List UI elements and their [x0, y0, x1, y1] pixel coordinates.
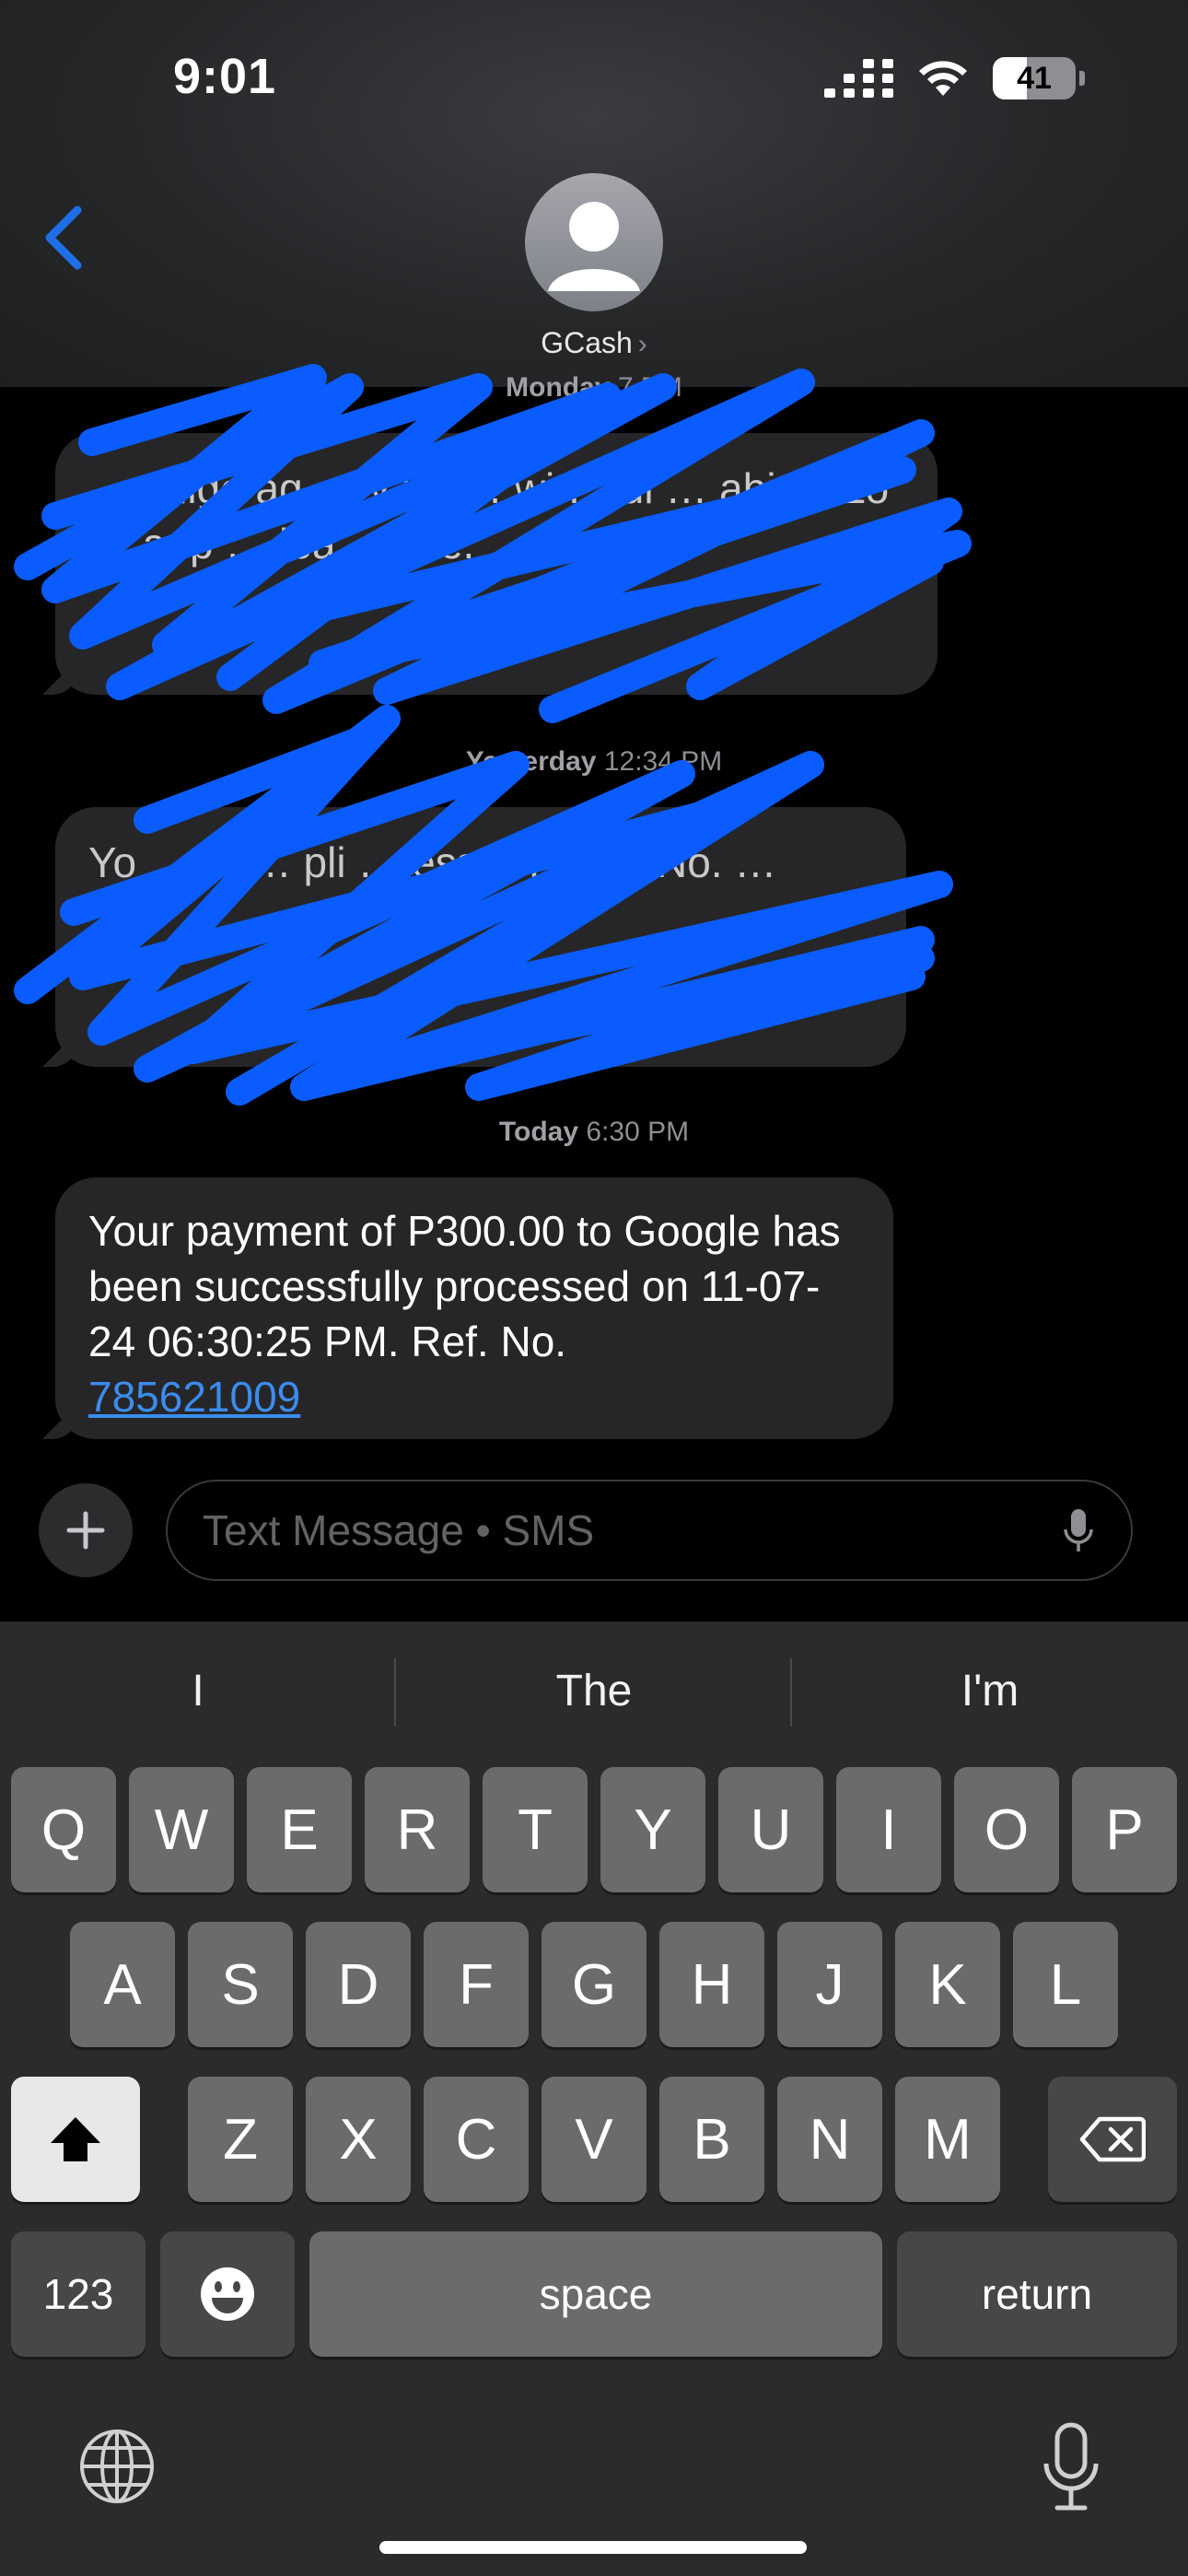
return-key[interactable]: return: [897, 2231, 1177, 2357]
key-e[interactable]: E: [247, 1767, 352, 1892]
message-text: Yo … of … pli … essa … Ref. No. …: [88, 838, 777, 886]
wifi-icon: [919, 61, 967, 96]
suggestion-1[interactable]: I: [0, 1622, 396, 1760]
back-chevron-icon: [45, 205, 82, 270]
shift-key[interactable]: [11, 2077, 140, 2202]
globe-icon: [80, 2430, 154, 2503]
mic-icon[interactable]: [1063, 1507, 1094, 1555]
key-c[interactable]: C: [424, 2077, 529, 2202]
avatar-icon: [548, 202, 640, 291]
bubble-tail: [42, 1030, 79, 1067]
key-j[interactable]: J: [777, 1922, 882, 2047]
chevron-right-icon: ›: [637, 329, 647, 359]
predictive-bar: I The I'm: [0, 1622, 1188, 1760]
status-icons: 41: [824, 57, 1085, 100]
message-input[interactable]: [203, 1481, 1013, 1579]
key-m[interactable]: M: [895, 2077, 1000, 2202]
status-time: 9:01: [173, 49, 277, 104]
message-text: …oblige ag … y pa … wi … ul … abi … Lo ……: [88, 464, 890, 568]
key-l[interactable]: L: [1013, 1922, 1118, 2047]
key-b[interactable]: B: [659, 2077, 764, 2202]
battery-icon: 41: [993, 57, 1076, 100]
bubble-tail: [42, 1402, 79, 1439]
emoji-icon: [201, 2267, 254, 2321]
timestamp-day: Today: [498, 1117, 579, 1147]
key-q[interactable]: Q: [11, 1767, 116, 1892]
plus-icon: [66, 1511, 105, 1550]
battery-cap: [1079, 71, 1085, 86]
message-bubble-1[interactable]: …oblige ag … y pa … wi … ul … abi … Lo ……: [42, 433, 938, 695]
key-g[interactable]: G: [542, 1922, 646, 2047]
dictation-button[interactable]: [1039, 2421, 1103, 2513]
message-input-field[interactable]: [166, 1480, 1133, 1581]
key-p[interactable]: P: [1072, 1767, 1177, 1892]
delete-key[interactable]: [1048, 2077, 1177, 2202]
apps-plus-button[interactable]: [39, 1483, 133, 1577]
key-o[interactable]: O: [954, 1767, 1059, 1892]
bubble-tail: [42, 658, 79, 695]
timestamp-day: Monday: [506, 372, 611, 403]
delete-icon: [1079, 2116, 1146, 2162]
timestamp-day: Yesterday: [465, 746, 597, 777]
keyboard: I The I'm Q W E R T Y U I O P A S D F G …: [0, 1622, 1188, 2576]
home-indicator[interactable]: [379, 2541, 807, 2554]
timestamp-time: 7 PM: [617, 372, 682, 403]
reference-number-link[interactable]: 785621009: [88, 1373, 300, 1421]
message-bubble-2[interactable]: Yo … of … pli … essa … Ref. No. …: [42, 807, 906, 1067]
key-x[interactable]: X: [306, 2077, 411, 2202]
contact-name[interactable]: GCash ›: [0, 326, 1188, 360]
suggestion-2[interactable]: The: [396, 1622, 792, 1760]
timestamp-today: Today 6:30 PM: [0, 1117, 1188, 1148]
emoji-key[interactable]: [160, 2231, 295, 2357]
timestamp-time: 6:30 PM: [586, 1117, 690, 1147]
key-t[interactable]: T: [483, 1767, 588, 1892]
signal-icon: [824, 59, 893, 98]
key-f[interactable]: F: [424, 1922, 529, 2047]
timestamp-time: 12:34 PM: [603, 746, 723, 777]
contact-name-label: GCash: [541, 326, 633, 359]
message-text: Your payment of P300.00 to Google has be…: [88, 1207, 841, 1365]
key-v[interactable]: V: [542, 2077, 646, 2202]
timestamp-yesterday: Yesterday 12:34 PM: [0, 746, 1188, 778]
globe-button[interactable]: [76, 2425, 158, 2508]
key-a[interactable]: A: [70, 1922, 175, 2047]
contact-avatar[interactable]: [525, 173, 663, 311]
key-y[interactable]: Y: [600, 1767, 705, 1892]
message-bubble-3[interactable]: Your payment of P300.00 to Google has be…: [42, 1177, 893, 1439]
key-s[interactable]: S: [188, 1922, 293, 2047]
shift-icon: [51, 2117, 100, 2161]
dictation-mic-icon: [1043, 2422, 1099, 2511]
back-button[interactable]: [37, 201, 92, 275]
key-i[interactable]: I: [836, 1767, 941, 1892]
key-d[interactable]: D: [306, 1922, 411, 2047]
key-w[interactable]: W: [129, 1767, 234, 1892]
numbers-key[interactable]: 123: [11, 2231, 146, 2357]
key-k[interactable]: K: [895, 1922, 1000, 2047]
key-h[interactable]: H: [659, 1922, 764, 2047]
conversation-header: 9:01 41 GCash ›: [0, 0, 1188, 387]
key-r[interactable]: R: [365, 1767, 470, 1892]
space-key[interactable]: space: [309, 2231, 882, 2357]
timestamp-monday: Monday 7 PM: [0, 372, 1188, 404]
key-n[interactable]: N: [777, 2077, 882, 2202]
suggestion-3[interactable]: I'm: [792, 1622, 1188, 1760]
key-z[interactable]: Z: [188, 2077, 293, 2202]
battery-level: 41: [1017, 60, 1052, 96]
key-u[interactable]: U: [718, 1767, 823, 1892]
